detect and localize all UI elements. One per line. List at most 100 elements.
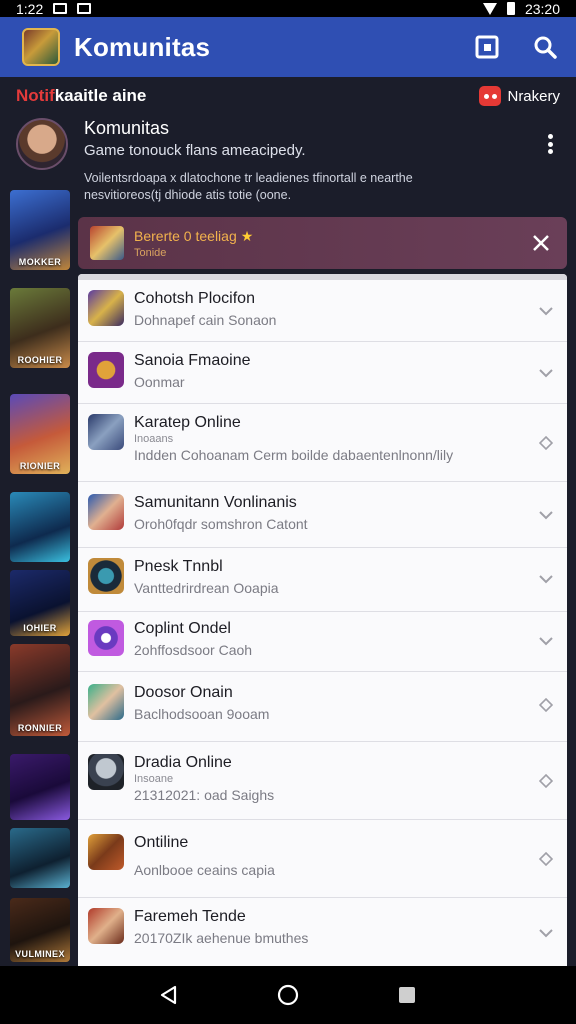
list-item-subtitle: Oonmar — [134, 374, 185, 390]
game-thumbnail[interactable]: RIONIER — [10, 394, 70, 474]
promo-banner[interactable]: Bererte 0 teeliag ★ Tonide — [78, 217, 567, 269]
game-icon — [88, 494, 124, 530]
list-item-subtitle: Indden Cohoanam Cerm boilde dabaentenlno… — [134, 447, 454, 463]
game-list: Cohotsh Plocifon Dohnapef cain Sonaon Sa… — [78, 274, 567, 966]
banner-subtitle: Tonide — [134, 246, 167, 259]
thumbnail-label: MOKKER — [18, 257, 62, 267]
status-left: 1:22 — [16, 1, 92, 17]
notif-label-red: Notif — [16, 86, 55, 105]
banner-title-text: Bererte 0 teeliag — [134, 227, 237, 244]
home-button[interactable] — [268, 975, 308, 1015]
list-item-subtitle: 2ohffosdsoor Caoh — [134, 642, 253, 658]
notif-label-rest: kaaitle aine — [54, 86, 147, 105]
expand-button[interactable] — [535, 922, 557, 944]
list-item-title: Faremeh Tende — [134, 908, 246, 925]
list-item[interactable]: Faremeh Tende 20170ZIk aehenue bmuthes — [78, 898, 567, 966]
list-item-title: Doosor Onain — [134, 684, 233, 701]
game-icon — [88, 620, 124, 656]
expand-button[interactable] — [535, 770, 557, 792]
game-thumbnail[interactable]: ROOHIER — [10, 288, 70, 368]
list-item-subtitle: 21312021: oad Saighs — [134, 787, 275, 803]
expand-button[interactable] — [535, 568, 557, 590]
expand-button[interactable] — [535, 362, 557, 384]
more-menu-button[interactable] — [540, 130, 560, 158]
diamond-icon — [539, 436, 553, 450]
banner-thumbnail — [90, 226, 124, 260]
list-item-body: Karatep Online Inoaans Indden Cohoanam C… — [134, 414, 453, 463]
list-item-tag: Insoane — [134, 773, 174, 785]
community-profile: Komunitas Game tonouck flans ameacipedy.… — [0, 114, 576, 214]
game-icon — [88, 290, 124, 326]
game-thumbnail[interactable]: RONNIER — [10, 644, 70, 736]
profile-subtitle: Game tonouck flans ameacipedy. — [84, 142, 306, 159]
expand-button[interactable] — [535, 694, 557, 716]
game-icon — [88, 414, 124, 450]
diamond-icon — [539, 698, 553, 712]
list-item-subtitle: Oroh0fqdr somshron Catont — [134, 516, 308, 532]
status-right: 23:20 — [482, 1, 560, 17]
banner-close-button[interactable] — [527, 229, 555, 257]
search-button[interactable] — [530, 32, 560, 62]
list-item-subtitle: Baclhodsooan 9ooam — [134, 706, 270, 722]
game-icon — [88, 558, 124, 594]
expand-button[interactable] — [535, 432, 557, 454]
record-icon — [479, 86, 502, 106]
list-item-title: Pnesk Tnnbl — [134, 558, 223, 575]
game-thumbnail[interactable] — [10, 754, 70, 820]
list-item-body: Coplint Ondel 2ohffosdsoor Caoh — [134, 620, 252, 658]
close-icon — [533, 235, 549, 251]
list-item-title: Cohotsh Plocifon — [134, 290, 255, 307]
recents-button[interactable] — [387, 975, 427, 1015]
list-item-title: Samunitann Vonlinanis — [134, 494, 297, 511]
list-item[interactable]: Samunitann Vonlinanis Oroh0fqdr somshron… — [78, 482, 567, 548]
list-item-subtitle: Dohnapef cain Sonaon — [134, 312, 277, 328]
list-item-body: Pnesk Tnnbl Vanttedrirdrean Ooapia — [134, 558, 279, 596]
game-thumbnail[interactable] — [10, 828, 70, 888]
expand-button[interactable] — [535, 630, 557, 652]
list-item[interactable]: Doosor Onain Baclhodsooan 9ooam — [78, 672, 567, 742]
back-button[interactable] — [149, 975, 189, 1015]
expand-button[interactable] — [535, 504, 557, 526]
list-item[interactable]: Pnesk Tnnbl Vanttedrirdrean Ooapia — [78, 548, 567, 612]
wifi-icon — [482, 2, 497, 15]
notif-right-label: Nrakery — [507, 87, 560, 105]
filter-icon — [475, 35, 499, 59]
list-item[interactable]: Ontiline Aonlbooe ceains capia — [78, 820, 567, 898]
list-item-body: Samunitann Vonlinanis Oroh0fqdr somshron… — [134, 494, 308, 532]
expand-button[interactable] — [535, 300, 557, 322]
game-thumbnail[interactable]: VULMINEX — [10, 898, 70, 962]
game-thumbnail[interactable]: IOHIER — [10, 570, 70, 636]
app-logo — [22, 28, 60, 66]
list-item-body: Doosor Onain Baclhodsooan 9ooam — [134, 684, 269, 722]
status-bar: 1:22 23:20 — [0, 0, 576, 17]
chevron-down-icon — [539, 369, 553, 378]
game-icon — [88, 908, 124, 944]
expand-button[interactable] — [535, 848, 557, 870]
home-icon — [277, 984, 299, 1006]
filter-button[interactable] — [472, 32, 502, 62]
battery-icon — [506, 2, 515, 15]
list-item-body: Ontiline Aonlbooe ceains capia — [134, 834, 275, 878]
list-item[interactable]: Dradia Online Insoane 21312021: oad Saig… — [78, 742, 567, 820]
game-icon — [88, 754, 124, 790]
diamond-icon — [539, 852, 553, 866]
list-item-body: Cohotsh Plocifon Dohnapef cain Sonaon — [134, 290, 276, 328]
screenshot-icon — [53, 3, 68, 14]
thumbnail-label: VULMINEX — [15, 949, 65, 959]
notif-label: Notifkaaitle aine — [16, 86, 146, 106]
list-item[interactable]: Sanoia Fmaoine Oonmar — [78, 342, 567, 404]
notif-filter[interactable]: Nrakery — [479, 86, 560, 106]
avatar[interactable] — [16, 118, 68, 170]
search-icon — [534, 36, 557, 59]
game-thumbnail[interactable] — [10, 492, 70, 562]
game-thumbnail[interactable]: MOKKER — [10, 190, 70, 270]
game-icon — [88, 834, 124, 870]
list-item-subtitle: Vanttedrirdrean Ooapia — [134, 580, 279, 596]
thumbnail-label: IOHIER — [23, 623, 57, 633]
list-item[interactable]: Cohotsh Plocifon Dohnapef cain Sonaon — [78, 280, 567, 342]
list-item-tag: Inoaans — [134, 433, 174, 445]
chevron-down-icon — [539, 575, 553, 584]
list-item[interactable]: Karatep Online Inoaans Indden Cohoanam C… — [78, 404, 567, 482]
list-item-subtitle: Aonlbooe ceains capia — [134, 862, 275, 878]
list-item[interactable]: Coplint Ondel 2ohffosdsoor Caoh — [78, 612, 567, 672]
